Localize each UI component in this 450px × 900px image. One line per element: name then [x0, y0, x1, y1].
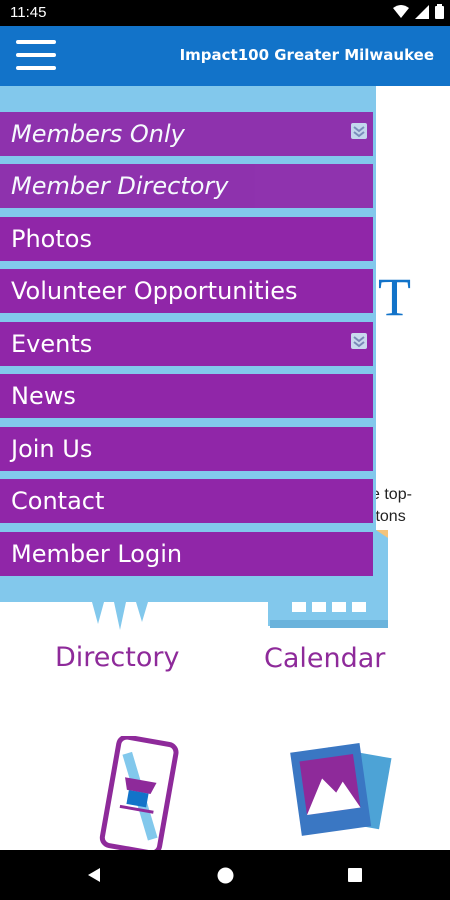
directory-tile-art[interactable]	[80, 602, 160, 642]
recents-icon[interactable]	[348, 868, 362, 882]
menu-item-photos[interactable]: Photos	[0, 217, 373, 261]
menu-item-join-us[interactable]: Join Us	[0, 427, 373, 471]
hamburger-icon[interactable]	[16, 40, 56, 70]
app-title: Impact100 Greater Milwaukee	[179, 46, 434, 64]
system-nav-bar	[0, 850, 450, 900]
logo-fragment: T	[378, 267, 411, 327]
menu-item-member-directory[interactable]: Member Directory	[0, 164, 373, 208]
menu-item-volunteer-opportunities[interactable]: Volunteer Opportunities	[0, 269, 373, 313]
status-time: 11:45	[10, 4, 47, 21]
signal-icon	[415, 4, 429, 19]
menu-item-members-only[interactable]: Members Only	[0, 112, 373, 156]
menu-item-member-login[interactable]: Member Login	[0, 532, 373, 576]
battery-icon	[435, 4, 444, 19]
wifi-icon	[393, 4, 409, 18]
intro-text: e top- ttons	[371, 486, 412, 525]
home-icon[interactable]	[217, 867, 234, 884]
calendar-label[interactable]: Calendar	[264, 643, 385, 674]
navigation-drawer: Members Only Member Directory Photos Vol…	[0, 86, 376, 602]
back-icon[interactable]	[86, 867, 102, 883]
chevron-double-down-icon[interactable]	[351, 123, 367, 139]
chevron-double-down-icon[interactable]	[351, 333, 367, 349]
status-bar: 11:45	[0, 0, 450, 26]
menu-item-events[interactable]: Events	[0, 322, 373, 366]
photos-illustration[interactable]	[286, 736, 396, 846]
phone-illustration[interactable]	[94, 736, 184, 850]
menu-item-contact[interactable]: Contact	[0, 479, 373, 523]
menu-item-news[interactable]: News	[0, 374, 373, 418]
app-bar: Impact100 Greater Milwaukee	[0, 26, 450, 86]
directory-label[interactable]: Directory	[55, 642, 179, 673]
